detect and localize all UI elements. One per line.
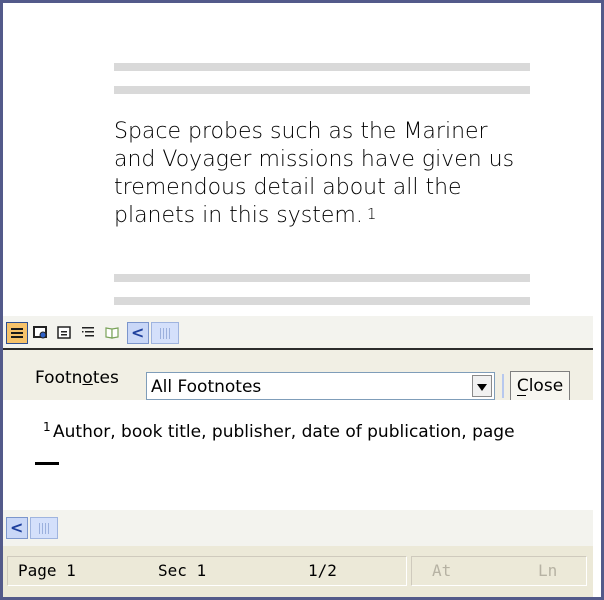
web-layout-view-button[interactable] [30, 322, 52, 344]
document-page[interactable]: Space probes such as the Mariner and Voy… [6, 6, 590, 316]
outline-view-button[interactable] [78, 322, 100, 344]
status-panel-location: At Ln [411, 556, 587, 586]
close-button[interactable]: Close [510, 371, 570, 401]
horizontal-scroll-thumb[interactable] [151, 322, 179, 344]
status-page: Page 1 [18, 561, 76, 580]
chevron-down-icon [477, 384, 487, 391]
footnotes-toolbar: < [3, 510, 593, 546]
print-layout-icon [57, 326, 71, 339]
status-page-count: 1/2 [308, 561, 337, 580]
dropdown-arrow-button[interactable] [472, 375, 492, 397]
scroll-left-button[interactable]: < [6, 517, 28, 539]
horizontal-scroll-thumb[interactable] [30, 517, 58, 539]
web-layout-icon [33, 326, 47, 339]
footnotes-select[interactable]: All Footnotes [146, 372, 495, 400]
placeholder-line [114, 274, 530, 282]
scroll-left-button[interactable]: < [127, 322, 149, 344]
reading-layout-view-button[interactable] [102, 322, 124, 344]
outline-view-icon [82, 327, 94, 337]
status-panel-position: Page 1 Sec 1 1/2 [7, 556, 407, 586]
footnotes-pane-header: Footnotes All Footnotes Close [3, 350, 593, 401]
body-text: Space probes such as the Mariner and Voy… [114, 119, 515, 228]
body-paragraph[interactable]: Space probes such as the Mariner and Voy… [114, 118, 534, 230]
normal-view-icon [11, 328, 23, 338]
footnotes-label: Footnotes [35, 368, 119, 388]
chevron-left-icon: < [10, 518, 24, 537]
close-button-label: Close [516, 376, 564, 396]
status-at: At [432, 561, 452, 580]
reading-layout-icon [105, 327, 119, 339]
placeholder-line [114, 63, 530, 71]
footnote-number: 1 [43, 420, 51, 434]
footnote-text[interactable]: Author, book title, publisher, date of p… [53, 422, 515, 442]
footnote-reference[interactable]: 1 [367, 205, 377, 223]
view-toolbar: < [3, 316, 593, 350]
status-ln: Ln [538, 561, 558, 580]
placeholder-line [114, 86, 530, 94]
footnote-cursor-mark [35, 462, 59, 465]
document-window: Space probes such as the Mariner and Voy… [3, 3, 601, 597]
status-section: Sec 1 [158, 561, 207, 580]
print-layout-view-button[interactable] [54, 322, 76, 344]
footnotes-content[interactable]: 1 Author, book title, publisher, date of… [3, 400, 593, 510]
placeholder-line [114, 297, 530, 305]
footnotes-select-value: All Footnotes [151, 377, 262, 397]
status-bar: Page 1 Sec 1 1/2 At Ln [3, 546, 593, 597]
chevron-left-icon: < [131, 323, 145, 342]
normal-view-button[interactable] [6, 322, 28, 344]
separator [502, 374, 504, 398]
